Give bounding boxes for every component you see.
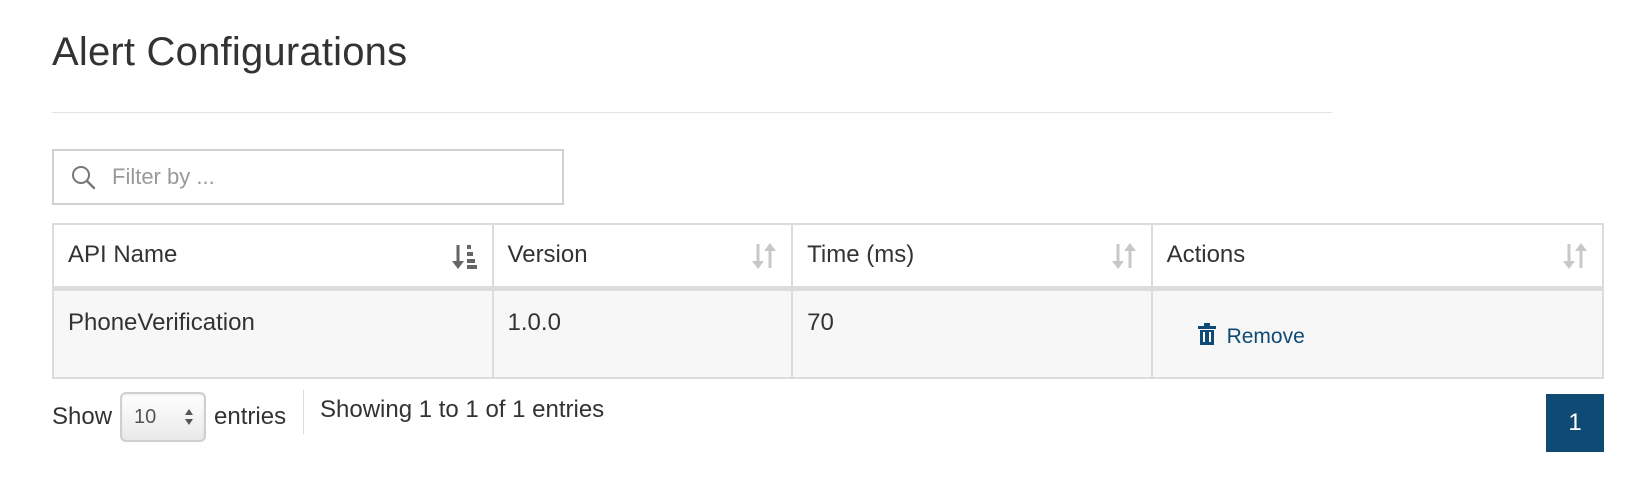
column-header-time[interactable]: Time (ms)	[791, 223, 1153, 291]
entries-label: entries	[214, 403, 287, 430]
pagination-page-1[interactable]: 1	[1546, 394, 1604, 452]
sort-both-icon	[1111, 242, 1137, 270]
column-label: Time (ms)	[807, 241, 915, 269]
page-title: Alert Configurations	[52, 30, 408, 74]
table-row: PhoneVerification 1.0.0 70 Remove	[52, 287, 1605, 379]
remove-label: Remove	[1226, 324, 1305, 348]
entries-info: Showing 1 to 1 of 1 entries	[320, 396, 605, 423]
column-label: Actions	[1166, 241, 1246, 269]
column-label: API Name	[68, 241, 178, 269]
column-header-version[interactable]: Version	[491, 223, 794, 291]
column-header-actions[interactable]: Actions	[1150, 223, 1605, 291]
show-label: Show	[52, 403, 113, 430]
title-divider	[52, 112, 1332, 113]
cell-api-name: PhoneVerification	[52, 287, 494, 379]
cell-actions: Remove	[1150, 287, 1605, 379]
column-header-api-name[interactable]: API Name	[52, 223, 494, 291]
alert-table: API Name Version Time (ms) Actions Phone…	[52, 223, 1605, 379]
search-icon	[68, 162, 98, 192]
page-size-select[interactable]: 10	[120, 392, 207, 442]
cell-version: 1.0.0	[491, 287, 794, 379]
cell-time: 70	[791, 287, 1153, 379]
sort-both-icon	[751, 242, 777, 270]
page-size-value: 10	[134, 405, 157, 428]
filter-box[interactable]	[52, 149, 564, 205]
sort-both-icon	[1562, 242, 1588, 270]
table-header-row: API Name Version Time (ms) Actions	[52, 223, 1605, 291]
column-label: Version	[507, 241, 588, 269]
select-arrows-icon	[184, 408, 194, 426]
filter-input[interactable]	[112, 164, 552, 190]
trash-icon	[1197, 322, 1217, 351]
sort-alpha-ascending-icon	[451, 242, 478, 270]
remove-button[interactable]: Remove	[1197, 322, 1305, 351]
footer-divider	[303, 390, 304, 434]
page-size-control: Show 10 entries	[52, 392, 286, 442]
